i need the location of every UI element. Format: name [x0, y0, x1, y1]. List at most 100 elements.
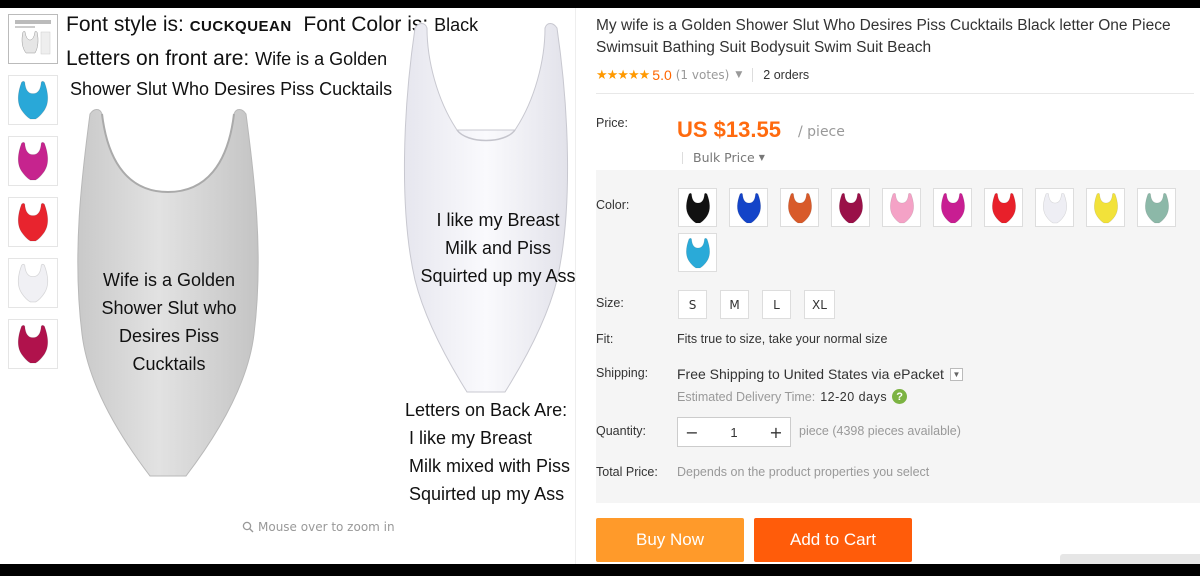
thumbnail-blue[interactable]: [8, 75, 58, 125]
thumbnail-size-chart[interactable]: [8, 14, 58, 64]
help-icon[interactable]: ?: [892, 389, 908, 404]
size-option-xl[interactable]: XL: [804, 290, 835, 319]
back-caption-line: Milk mixed with Piss: [409, 456, 571, 476]
swimsuit-thumbnail-image: [17, 263, 49, 303]
shipping-label: Shipping:: [596, 366, 649, 380]
delivery-estimate: Estimated Delivery Time: 12-20 days ?: [677, 389, 908, 404]
size-options: S M L XL: [678, 290, 835, 319]
size-option-l[interactable]: L: [762, 290, 791, 319]
magnifier-icon: [242, 521, 254, 533]
swatch-orange[interactable]: [780, 188, 819, 227]
bulk-price-dropdown[interactable]: Bulk Price ▼: [682, 150, 765, 165]
back-caption-line: I like my Breast: [409, 428, 533, 448]
front-print-text: Wife is a Golden Shower Slut who Desires…: [94, 266, 244, 378]
quantity-stepper: − +: [677, 417, 791, 447]
back-caption-line: Letters on Back Are:: [405, 400, 568, 420]
options-panel: Color: Size: S M L XL Fit: Fits true to siz…: [596, 170, 1200, 503]
back-print-line: Milk and Piss: [444, 238, 552, 258]
swatch-sky-blue[interactable]: [678, 233, 717, 272]
votes-link[interactable]: (1 votes): [676, 68, 730, 82]
price-amount: US $13.55: [677, 117, 781, 142]
image-front-letters-line: Letters on front are: Wife is a Golden: [66, 45, 387, 73]
buy-now-button[interactable]: Buy Now: [596, 518, 744, 562]
caret-down-icon: ▼: [758, 153, 765, 162]
swatch-pink[interactable]: [882, 188, 921, 227]
back-print-line: Squirted up my Ass: [420, 266, 576, 286]
thumbnail-magenta[interactable]: [8, 136, 58, 186]
swimsuit-color-image: [1042, 192, 1067, 223]
swimsuit-color-image: [889, 192, 914, 223]
thumbnail-red[interactable]: [8, 197, 58, 247]
product-title: My wife is a Golden Shower Slut Who Desi…: [596, 17, 1171, 56]
swatch-sage[interactable]: [1137, 188, 1176, 227]
quantity-input[interactable]: [706, 418, 762, 446]
product-page: Font style is: CUCKQUEAN Font Color is: …: [0, 8, 1200, 564]
size-option-m[interactable]: M: [720, 290, 749, 319]
front-letters-text: Wife is a Golden: [255, 49, 388, 69]
price-section: Price: US $13.55 / piece Bulk Price ▼: [596, 105, 1200, 169]
color-swatches: [678, 188, 1188, 272]
swatch-wine[interactable]: [831, 188, 870, 227]
zoom-hint-text: Mouse over to zoom in: [258, 520, 395, 534]
swimsuit-color-image: [940, 192, 965, 223]
swatch-yellow[interactable]: [1086, 188, 1125, 227]
front-print-line: Shower Slut who: [101, 298, 237, 318]
column-divider: [575, 8, 576, 564]
font-style-name: CUCKQUEAN: [189, 18, 292, 35]
swimsuit-color-image: [1144, 192, 1169, 223]
thumbnail-white[interactable]: [8, 258, 58, 308]
swatch-magenta[interactable]: [933, 188, 972, 227]
back-letters-caption: Letters on Back Are: I like my Breast Mi…: [405, 396, 570, 508]
back-print-line: I like my Breast: [436, 210, 560, 230]
back-caption-line: Squirted up my Ass: [409, 484, 565, 504]
swimsuit-color-image: [736, 192, 761, 223]
eta-label: Estimated Delivery Time:: [677, 389, 816, 404]
add-to-cart-button[interactable]: Add to Cart: [754, 518, 912, 562]
swimsuit-color-image: [685, 237, 710, 268]
corner-overlay: [1060, 554, 1200, 564]
title-divider: [596, 93, 1194, 94]
fit-label: Fit:: [596, 332, 614, 346]
swimsuit-color-image: [991, 192, 1016, 223]
front-letters-prefix: Letters on front are:: [66, 47, 256, 70]
swimsuit-color-image: [685, 192, 710, 223]
front-print-line: Desires Piss: [118, 326, 220, 346]
quantity-decrease-button[interactable]: −: [678, 418, 706, 446]
shipping-dropdown-icon[interactable]: ▼: [949, 367, 963, 381]
swatch-black[interactable]: [678, 188, 717, 227]
thumbnail-burgundy[interactable]: [8, 319, 58, 369]
shipping-text: Free Shipping to United States via ePack…: [677, 366, 944, 382]
quantity-increase-button[interactable]: +: [762, 418, 790, 446]
size-label: Size:: [596, 296, 624, 310]
swatch-red[interactable]: [984, 188, 1023, 227]
zoom-hint: Mouse over to zoom in: [242, 520, 395, 534]
swatch-white[interactable]: [1035, 188, 1074, 227]
swimsuit-color-image: [838, 192, 863, 223]
size-chart-thumbnail-image: [15, 20, 51, 55]
price-label: Price:: [596, 116, 628, 130]
total-price-label: Total Price:: [596, 465, 658, 479]
star-rating-icon: ★★★★★: [596, 67, 650, 83]
orders-count: 2 orders: [763, 68, 810, 82]
total-price-text: Depends on the product properties you se…: [677, 465, 930, 479]
shipping-info: Free Shipping to United States via ePack…: [677, 366, 963, 382]
color-label: Color:: [596, 198, 630, 212]
quantity-label: Quantity:: [596, 424, 647, 438]
chevron-down-icon[interactable]: ▼: [735, 70, 742, 80]
swatch-royal-blue[interactable]: [729, 188, 768, 227]
main-product-image[interactable]: Font style is: CUCKQUEAN Font Color is: …: [62, 8, 576, 518]
price-unit: / piece: [798, 124, 845, 140]
eta-days: 12-20 days: [820, 389, 888, 404]
size-option-s[interactable]: S: [678, 290, 707, 319]
front-print-line: Cucktails: [132, 354, 206, 374]
swimsuit-thumbnail-image: [17, 80, 49, 120]
swimsuit-thumbnail-image: [17, 202, 49, 242]
separator: [752, 68, 754, 82]
swimsuit-color-image: [787, 192, 812, 223]
front-print-line: Wife is a Golden: [102, 270, 236, 290]
rating-value: 5.0: [652, 67, 672, 83]
quantity-available: piece (4398 pieces available): [799, 424, 961, 438]
font-style-prefix: Font style is:: [66, 13, 190, 36]
swimsuit-thumbnail-image: [17, 141, 49, 181]
image-front-letters-line-2: Shower Slut Who Desires Piss Cucktails: [70, 79, 393, 99]
